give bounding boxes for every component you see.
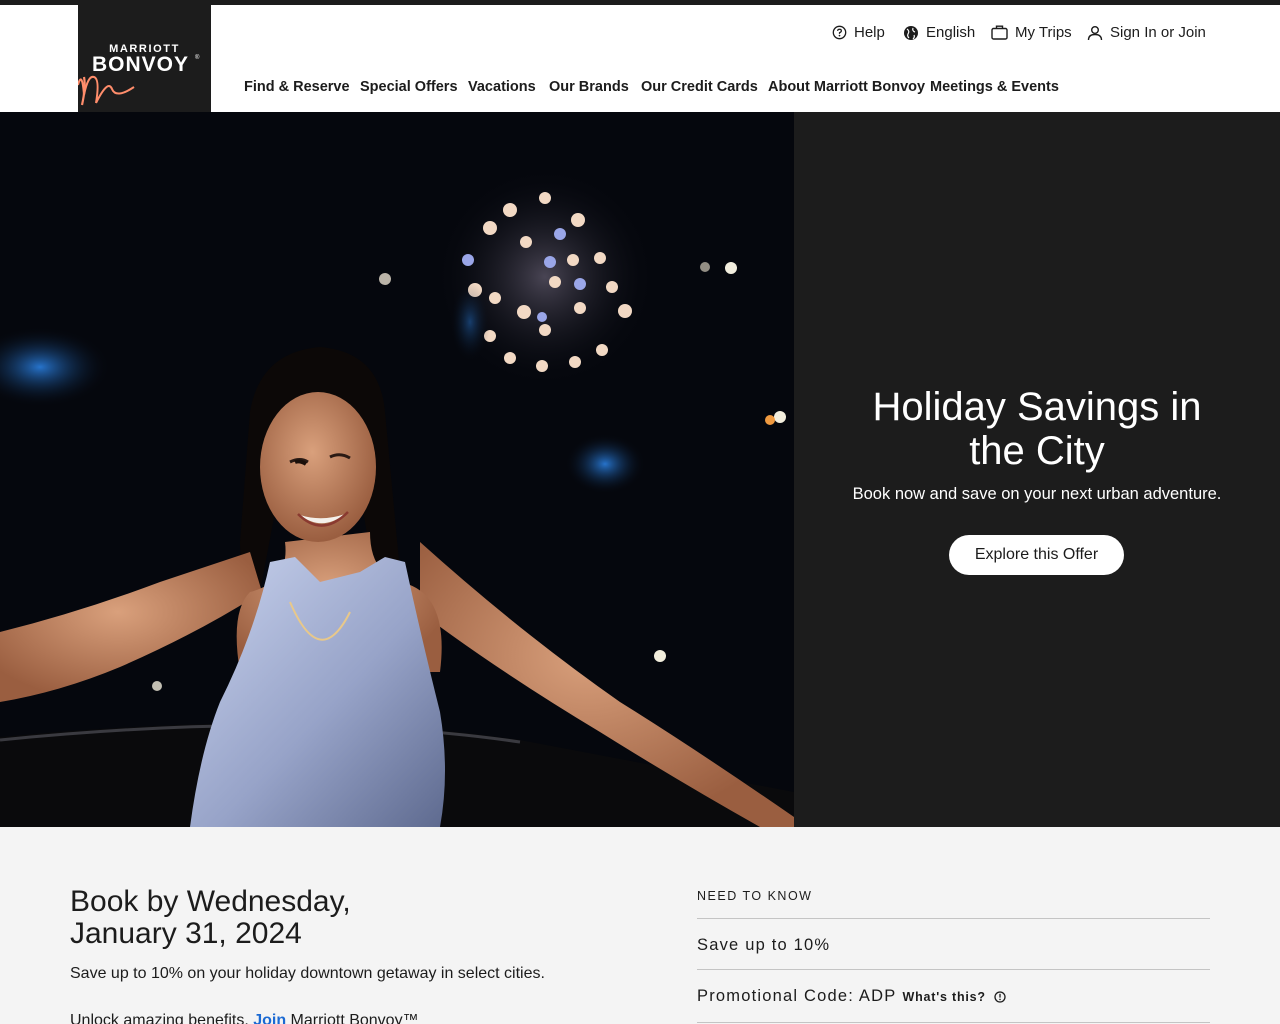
whats-this-link[interactable]: What's this? — [902, 990, 985, 1004]
my-trips-label: My Trips — [1015, 24, 1072, 41]
nav-find-reserve[interactable]: Find & Reserve — [244, 79, 350, 95]
unlock-prefix: Unlock amazing benefits. — [70, 1012, 254, 1024]
info-icon[interactable] — [994, 990, 1006, 1003]
language-label: English — [926, 24, 976, 41]
join-link[interactable]: Join — [253, 1012, 286, 1024]
offer-deadline-title: Book by Wednesday, January 31, 2024 — [70, 886, 351, 950]
promo-code-text: Promotional Code: ADP — [697, 987, 897, 1005]
hero-offer-panel: Holiday Savings in the City Book now and… — [794, 112, 1280, 827]
suitcase-icon — [991, 25, 1008, 40]
hero-subtitle: Book now and save on your next urban adv… — [852, 485, 1222, 503]
offer-title-line1: Book by Wednesday, — [70, 885, 351, 918]
unlock-suffix: Marriott Bonvoy™ — [286, 1012, 419, 1024]
nav-vacations[interactable]: Vacations — [468, 79, 536, 95]
globe-icon — [904, 25, 918, 40]
hero-title-line1: Holiday Savings in — [872, 385, 1202, 429]
my-trips-link[interactable]: My Trips — [991, 24, 1072, 41]
explore-offer-button[interactable]: Explore this Offer — [949, 535, 1124, 575]
hero-image — [0, 112, 794, 827]
marriott-bonvoy-logo[interactable]: MARRIOTT BONVOY ® — [78, 5, 211, 112]
nav-meetings-events[interactable]: Meetings & Events — [930, 79, 1059, 95]
unlock-benefits-text: Unlock amazing benefits. Join Marriott B… — [70, 1012, 419, 1024]
divider — [697, 969, 1210, 970]
user-icon — [1087, 25, 1103, 40]
help-label: Help — [854, 24, 885, 41]
offer-title-line2: January 31, 2024 — [70, 917, 302, 950]
divider — [697, 1022, 1210, 1023]
logo-trademark: ® — [195, 55, 200, 61]
hero-title: Holiday Savings in the City — [794, 385, 1280, 473]
need-to-know-promo-code: Promotional Code: ADP What's this? — [697, 987, 1006, 1006]
help-link[interactable]: Help — [832, 24, 885, 41]
nav-special-offers[interactable]: Special Offers — [360, 79, 458, 95]
sign-in-join-link[interactable]: Sign In or Join — [1087, 24, 1206, 41]
nav-about-bonvoy[interactable]: About Marriott Bonvoy — [768, 79, 925, 95]
offer-details-section: Book by Wednesday, January 31, 2024 Save… — [0, 827, 1280, 1024]
help-circle-icon — [832, 25, 847, 40]
nav-our-brands[interactable]: Our Brands — [549, 79, 629, 95]
hero-title-line2: the City — [969, 429, 1105, 473]
hero-photo-illustration — [0, 112, 794, 827]
savings-text: Save up to 10% — [697, 936, 831, 954]
logo-script-swoosh-icon — [78, 75, 135, 106]
nav-credit-cards[interactable]: Our Credit Cards — [641, 79, 758, 95]
need-to-know-savings: Save up to 10% — [697, 936, 830, 955]
sign-in-label: Sign In or Join — [1110, 24, 1206, 41]
offer-description: Save up to 10% on your holiday downtown … — [70, 965, 545, 982]
divider — [697, 918, 1210, 919]
need-to-know-heading: NEED TO KNOW — [697, 889, 813, 903]
language-selector[interactable]: English — [903, 24, 975, 41]
